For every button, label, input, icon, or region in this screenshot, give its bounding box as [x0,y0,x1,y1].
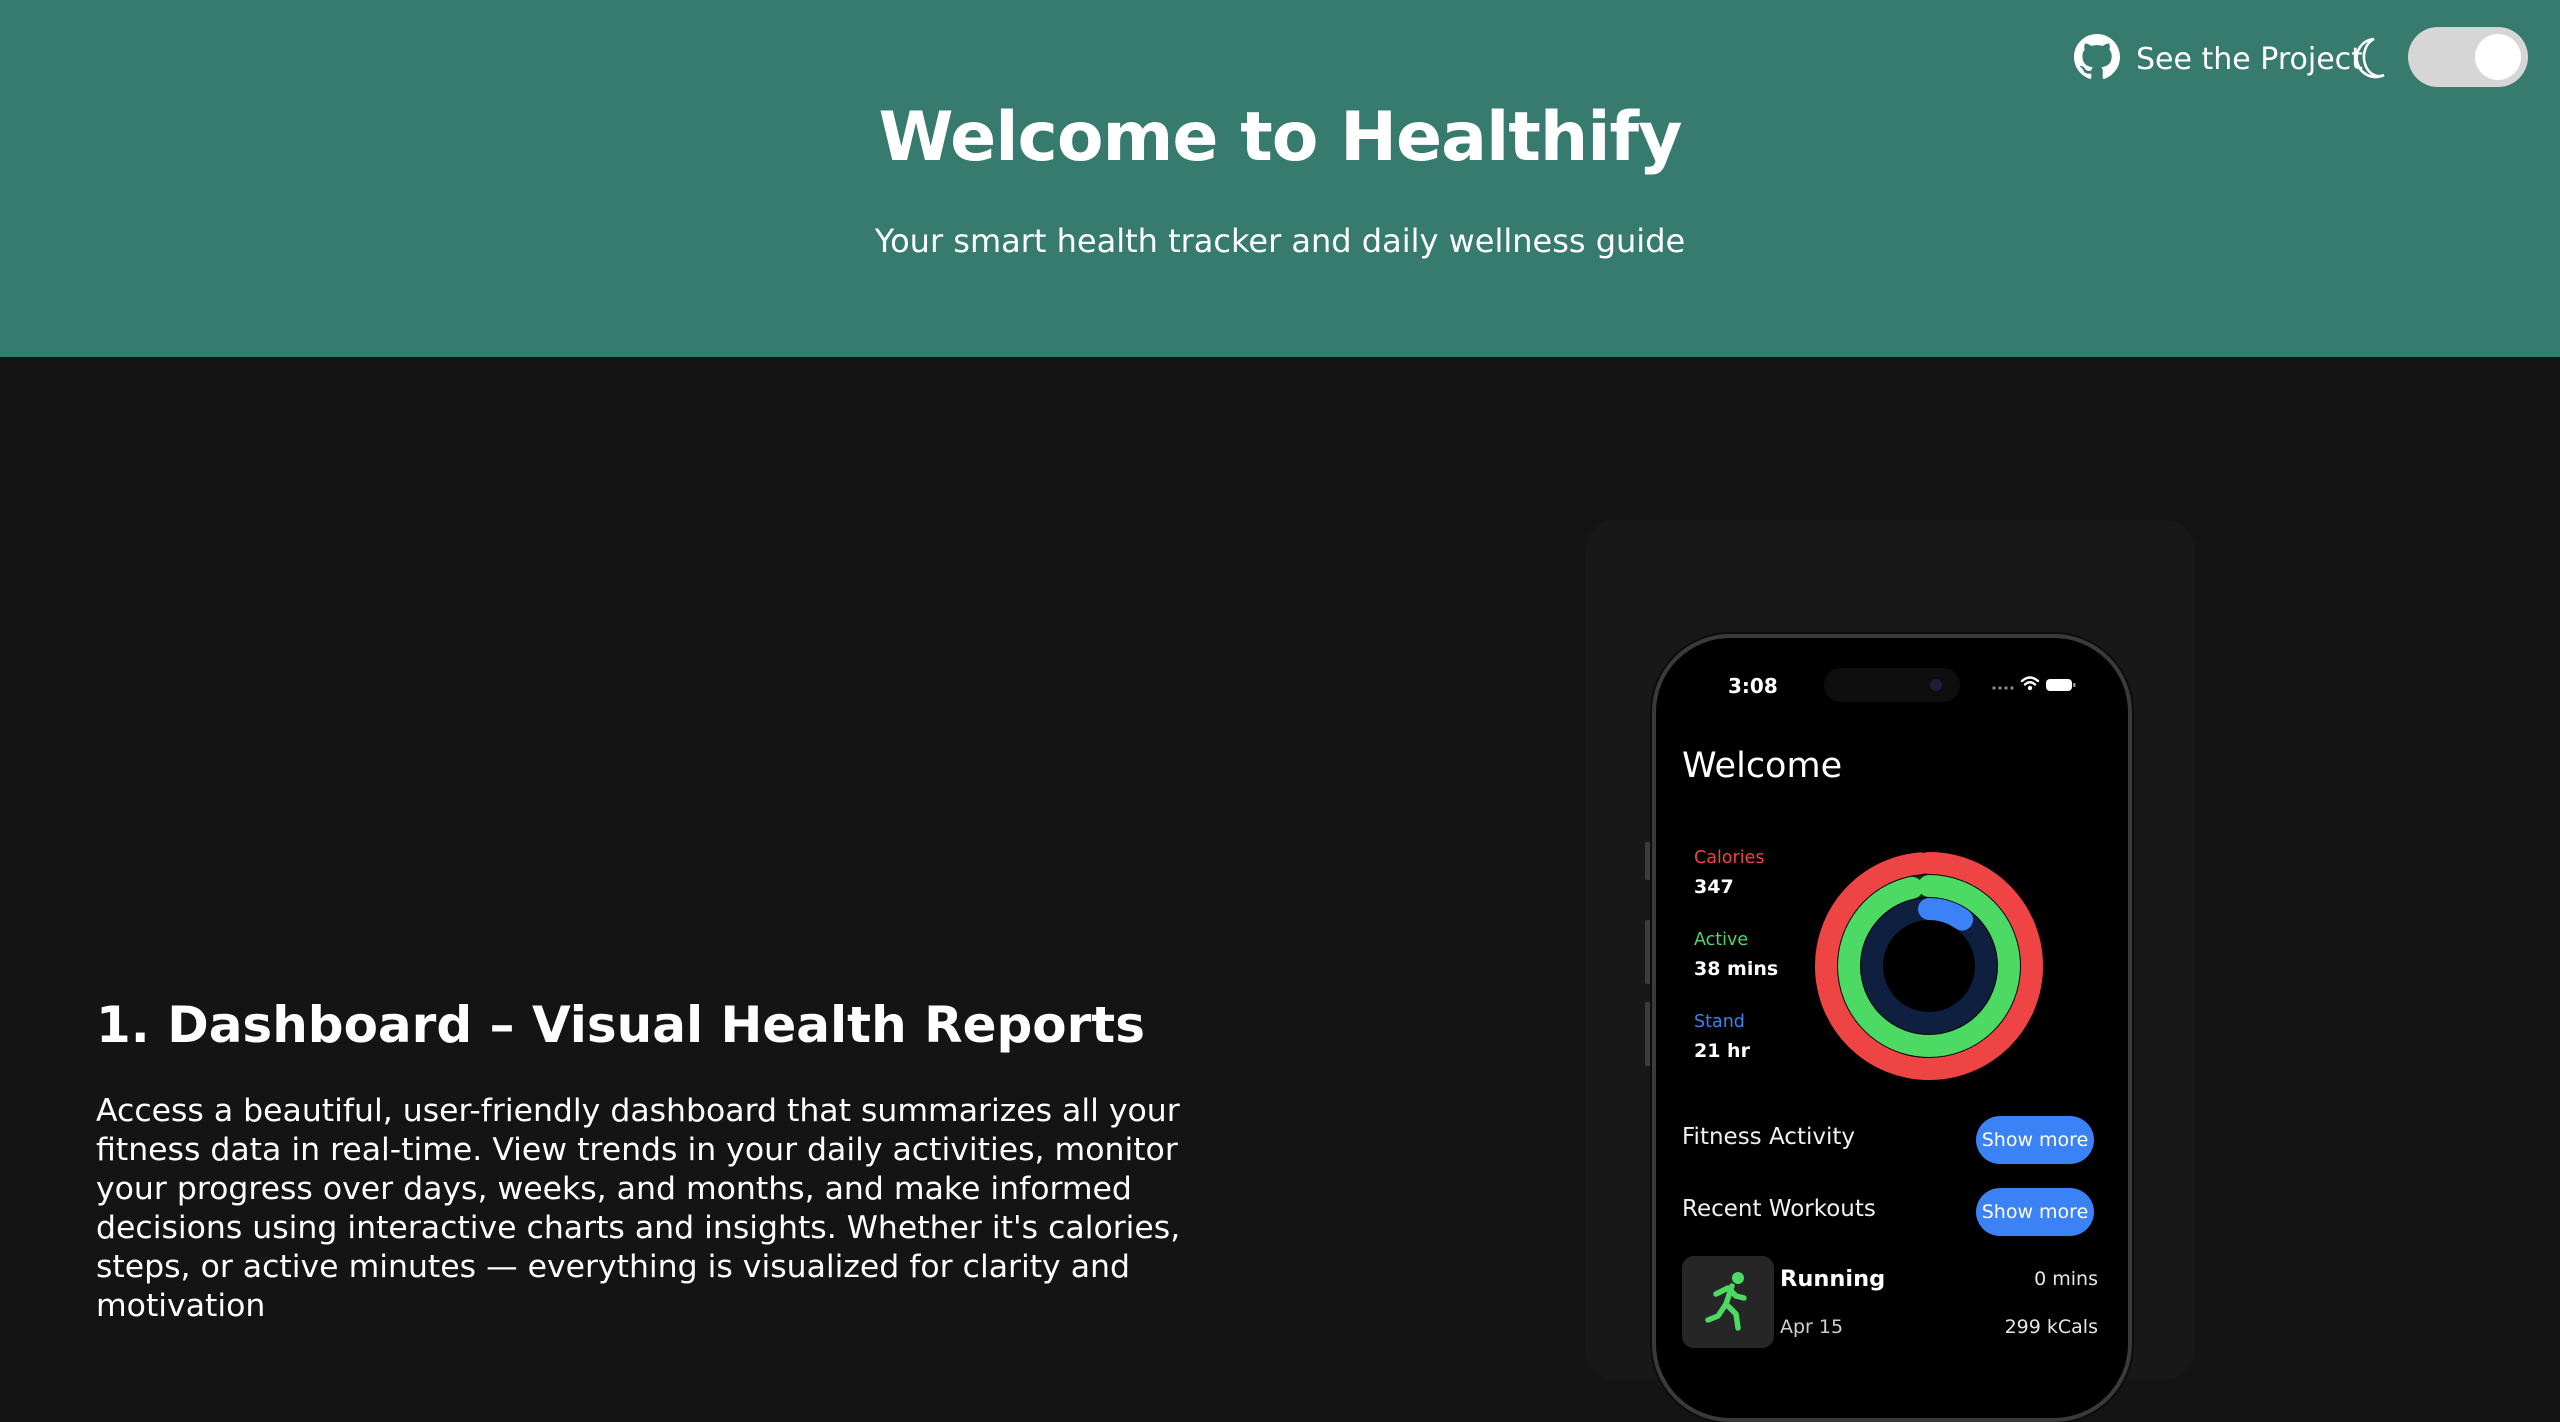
wifi-icon [2020,676,2040,686]
fitness-activity-show-more-button[interactable]: Show more [1976,1116,2094,1164]
stat-stand-value: 21 hr [1694,1040,1750,1062]
phone-mockup: 3:08 Welcome Calories 347 Active 38 mins… [1652,634,2132,1422]
section-heading: 1. Dashboard – Visual Health Reports [96,996,1145,1054]
battery-icon [2046,679,2076,691]
workout-duration: 0 mins [2034,1268,2098,1290]
phone-action-button [1645,842,1651,880]
see-project-link[interactable]: See the Project [2074,34,2363,84]
hero-banner: See the Project Welcome to Healthify You… [0,0,2560,357]
signal-icon [1992,686,2014,690]
stat-calories-value: 347 [1694,876,1734,898]
dynamic-island [1824,668,1960,702]
recent-workouts-label: Recent Workouts [1682,1196,1876,1222]
github-icon [2074,34,2120,84]
see-project-label: See the Project [2136,41,2363,77]
camera-icon [1930,679,1942,691]
fitness-activity-label: Fitness Activity [1682,1124,1855,1150]
running-icon [1705,1272,1747,1331]
app-welcome-title: Welcome [1682,746,1843,786]
status-icons [1986,672,2086,696]
status-time: 3:08 [1728,674,1778,698]
stat-calories-label: Calories [1694,848,1765,868]
workout-calories: 299 kCals [2004,1316,2098,1338]
hero-subtitle: Your smart health tracker and daily well… [874,222,1686,260]
theme-toggle[interactable] [2408,27,2528,87]
moon-icon [2350,35,2390,81]
phone-volume-down-button [1645,1002,1651,1066]
recent-workouts-show-more-button[interactable]: Show more [1976,1188,2094,1236]
workout-name: Running [1780,1266,1886,1292]
toggle-knob [2475,34,2521,80]
stat-stand-label: Stand [1694,1012,1745,1032]
stat-active-label: Active [1694,930,1749,950]
workout-date: Apr 15 [1780,1316,1844,1338]
section-description: Access a beautiful, user-friendly dashbo… [96,1093,1181,1324]
workout-item[interactable] [1682,1256,1774,1348]
activity-rings [1815,852,2043,1080]
phone-volume-up-button [1645,920,1651,984]
stat-active-value: 38 mins [1694,958,1779,980]
hero-title: Welcome to Healthify [878,98,1683,177]
